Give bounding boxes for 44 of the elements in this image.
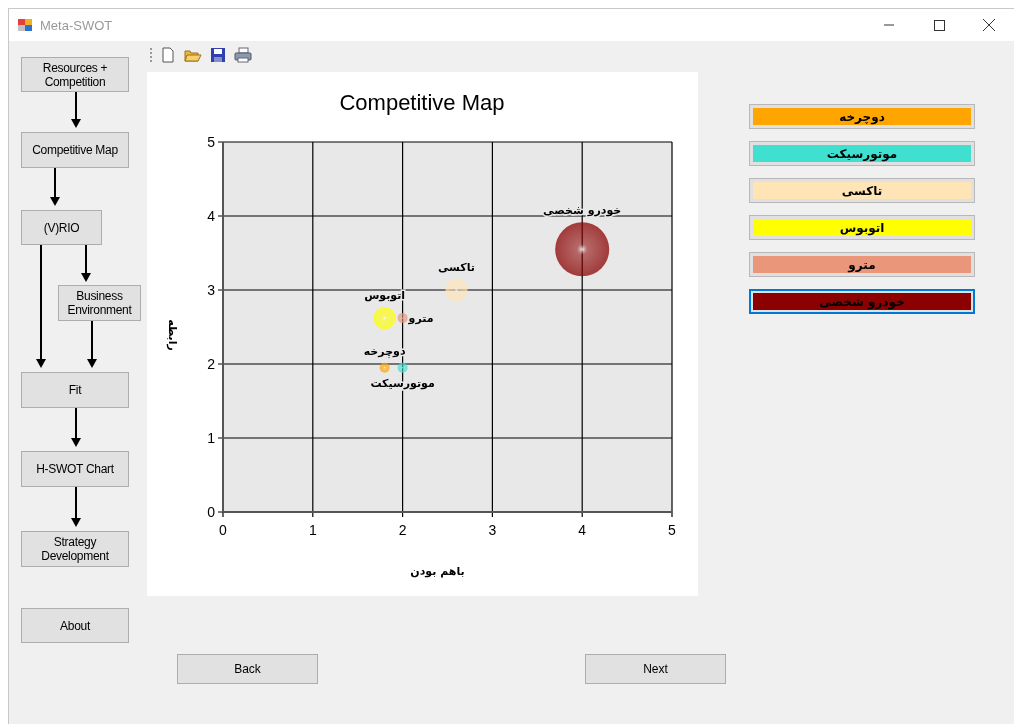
folder-icon[interactable] [184,47,202,63]
window-title: Meta-SWOT [40,17,113,33]
print-icon[interactable] [234,47,252,63]
x-tick-label: 0 [219,522,227,538]
flow-arrow [70,408,82,447]
legend-button[interactable]: تاکسی [749,178,975,203]
y-tick-label: 1 [207,430,215,446]
step-button[interactable]: Resources + Competition [21,57,129,92]
step-button[interactable]: (V)RIO [21,210,102,245]
next-button[interactable]: Next [585,654,726,684]
back-button[interactable]: Back [177,654,318,684]
legend-button[interactable]: مترو [749,252,975,277]
step-button[interactable]: Fit [21,372,129,408]
step-button[interactable]: H-SWOT Chart [21,451,129,487]
chart-title: Competitive Map [339,90,505,115]
about-button[interactable]: About [21,608,129,643]
y-tick-label: 4 [207,208,215,224]
y-tick-label: 2 [207,356,215,372]
y-tick-label: 5 [207,134,215,150]
y-tick-label: 3 [207,282,215,298]
save-icon[interactable] [210,47,226,63]
bubble-label: تاکسی [438,261,475,274]
flow-arrow [49,168,61,206]
x-tick-label: 4 [578,522,587,538]
y-axis-title: رابطه [166,319,179,351]
step-button[interactable]: Competitive Map [21,132,129,168]
x-tick-label: 5 [668,522,676,538]
flow-arrow [70,487,82,527]
bubble-label: مترو [408,312,434,326]
legend-button[interactable]: موتورسیکت [749,141,975,166]
x-axis-title: باهم بودن [410,565,465,578]
flow-arrow [70,92,82,128]
new-file-icon[interactable] [160,47,176,63]
legend-button[interactable]: اتوبوس [749,215,975,240]
step-button[interactable]: Strategy Development [21,531,129,567]
flow-arrow [80,245,92,282]
x-tick-label: 1 [308,522,317,538]
legend-button[interactable]: دوچرخه [749,104,975,129]
flow-arrow [86,321,98,368]
app-icon [17,17,33,33]
x-tick-label: 3 [488,522,497,538]
y-tick-label: 0 [207,504,215,520]
step-button[interactable]: Business Environment [58,285,141,321]
x-tick-label: 2 [398,522,407,538]
